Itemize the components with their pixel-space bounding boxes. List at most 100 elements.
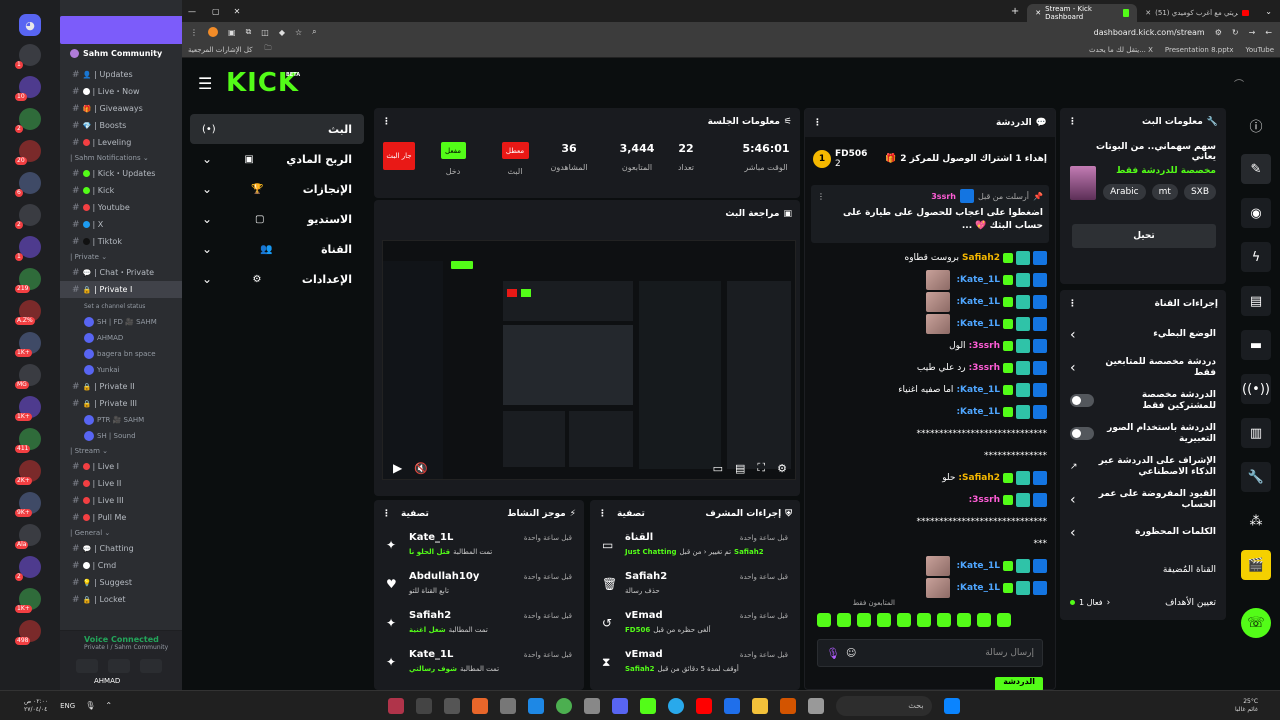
channel-item[interactable]: # 👤 | Updates (60, 66, 182, 83)
chat-username[interactable]: 3ssrh: (969, 341, 1000, 351)
channel-item[interactable]: # | Youtube (60, 199, 182, 216)
app-icon[interactable] (583, 697, 600, 714)
document-icon[interactable]: ▤ (1241, 286, 1271, 316)
channel-item[interactable]: # 🔒 | Private II (60, 378, 182, 395)
voice-user[interactable]: SH | Sound (60, 428, 182, 444)
voice-user[interactable]: bagera bn space (60, 346, 182, 362)
chat-message[interactable]: 3ssrh: الول (805, 335, 1055, 357)
chevron-down-icon[interactable]: ⌄ (202, 152, 212, 166)
feed-highlight[interactable]: FD506 (625, 626, 650, 634)
feed-user[interactable]: vEmad (625, 649, 663, 660)
new-tab-icon[interactable]: + (1011, 6, 1019, 17)
tab-youtube[interactable]: ✕ (51) تحريتي مع أغرب كوميدي... (1137, 4, 1257, 22)
extension3-icon[interactable]: ◆ (279, 28, 285, 37)
chevron-down-icon[interactable]: ⌄ (202, 242, 212, 256)
mic-tray-icon[interactable]: 🎙 (85, 701, 95, 710)
zoom-icon[interactable]: ⌕ (312, 27, 316, 37)
channel-setting-row[interactable]: الكلمات المحظورة › (1060, 516, 1226, 549)
feed-item[interactable]: ✦ Safiah2 قبل ساعة واحدة تمت المطالبة شغل اغ… (374, 606, 584, 645)
chat-input[interactable]: إرسال رسالة ☺ 🎙 (817, 639, 1043, 667)
apps-icon[interactable]: ⁂ (1241, 506, 1271, 536)
server-icon[interactable]: Ala (15, 524, 41, 549)
windows-start-icon[interactable] (943, 697, 960, 714)
chat-username[interactable]: Kate_1L: (956, 561, 1000, 571)
voice-user[interactable]: AHMAD (60, 330, 182, 346)
feed-item[interactable]: ↺ vEmad قبل ساعة واحدة ألغى حظره من قبل FD50… (590, 606, 800, 645)
emote-icon[interactable] (857, 613, 871, 627)
chat-username[interactable]: Kate_1L: (956, 385, 1000, 395)
pinned-message[interactable]: 📌 أرسلت من قبل 3ssrh ⋮ اضغطوا على اعجاب … (811, 185, 1049, 243)
chat-message[interactable]: Safiah2 بروست قطاوه (805, 247, 1055, 269)
app-icon[interactable] (639, 697, 656, 714)
chevron-right-icon[interactable]: › (1070, 492, 1076, 508)
external-link-icon[interactable]: ↗ (1070, 462, 1078, 472)
theater-icon[interactable]: ▤ (735, 462, 745, 475)
nav-item[interactable]: البث (•) (190, 114, 364, 144)
server-icon[interactable]: 2K+ (15, 460, 41, 485)
feed-user[interactable]: Safiah2 (409, 610, 451, 621)
feed-highlight[interactable]: شوف رسالتي (409, 665, 457, 673)
chat-message[interactable]: 3ssrh: (805, 489, 1055, 511)
chat-username[interactable]: Safiah2 (962, 253, 1000, 263)
channel-item[interactable]: # | Live II (60, 475, 182, 492)
chat-message[interactable]: 3ssrh: رد علي طيب (805, 357, 1055, 379)
screen-share-icon[interactable] (108, 659, 130, 673)
channel-setting-row[interactable]: الإشراف على الدردشة عبر الذكاء الاصطناعي… (1060, 450, 1226, 483)
channel-item[interactable]: # | Pull Me (60, 509, 182, 526)
channel-group[interactable]: | Private ⌄ (60, 250, 182, 264)
chat-message[interactable]: Safiah2: حلو (805, 467, 1055, 489)
telegram-icon[interactable] (667, 697, 684, 714)
close-tab-icon[interactable]: ✕ (1035, 9, 1041, 17)
channel-item[interactable]: # | Live III (60, 492, 182, 509)
menu-icon[interactable]: ⋮ (190, 28, 198, 37)
bookmark-youtube[interactable]: YouTube (1246, 46, 1274, 54)
feed-highlight[interactable]: قتل الحلو نا (409, 548, 450, 556)
chat-username[interactable]: Safiah2: (958, 473, 1000, 483)
chat-message[interactable]: Kate_1L: (805, 577, 1055, 599)
server-icon[interactable]: 219 (15, 268, 41, 293)
channel-item[interactable]: # 💎 | Boosts (60, 117, 182, 134)
mute-icon[interactable]: 🔇 (414, 462, 428, 475)
bookmark-pptx[interactable]: Presentation 8.pptx (1165, 46, 1234, 54)
url-field[interactable]: dashboard.kick.com/stream (1094, 28, 1205, 37)
app-icon[interactable] (779, 697, 796, 714)
taskbar-time[interactable]: ٠٢:٠٠ ص (24, 698, 48, 706)
app-icon[interactable] (387, 697, 404, 714)
chat-message[interactable]: Kate_1L: (805, 555, 1055, 577)
tab-kick-dashboard[interactable]: ✕ Stream - Kick Dashboard (1027, 4, 1138, 22)
server-icon[interactable]: 1 (15, 44, 41, 69)
nav-item[interactable]: الربح المادي ▣ ⌄ (190, 144, 364, 174)
info-icon[interactable]: ⓘ (1241, 110, 1271, 140)
settings-icon[interactable]: ⚙ (777, 462, 787, 475)
star-icon[interactable]: ☆ (295, 28, 302, 37)
app-icon[interactable] (723, 697, 740, 714)
tab-search-icon[interactable]: ⌄ (1265, 7, 1272, 16)
extension2-icon[interactable]: ⧉ (246, 27, 252, 37)
server-icon[interactable]: 20 (15, 140, 41, 165)
app-icon[interactable] (471, 697, 488, 714)
mic-icon[interactable]: 🎙 (826, 647, 840, 660)
minimize-icon[interactable]: — (188, 7, 196, 16)
unpin-icon[interactable]: ⋮ (817, 192, 825, 201)
chevron-right-icon[interactable]: › (1070, 525, 1076, 541)
channel-item[interactable]: # 💡 | Suggest (60, 574, 182, 591)
voice-user[interactable]: PTR 🎥 SAHM (60, 412, 182, 428)
setting-toggle[interactable] (1070, 427, 1094, 440)
extensions-icon[interactable]: ▣ (228, 28, 236, 37)
forward-icon[interactable]: → (1249, 28, 1256, 37)
feed-highlight[interactable]: Safiah2 (734, 548, 764, 556)
chat-username[interactable]: Kate_1L: (956, 407, 1000, 417)
server-icon[interactable]: 1K+ (15, 332, 41, 357)
channel-item[interactable]: # 🔒 | Locket (60, 591, 182, 608)
bolt-rail-icon[interactable]: ϟ (1241, 242, 1271, 272)
server-header[interactable] (60, 16, 182, 44)
server-icon[interactable]: 411 (15, 428, 41, 453)
chevron-down-icon[interactable]: ⌄ (202, 182, 212, 196)
chat-username[interactable]: Kate_1L: (956, 583, 1000, 593)
channel-setting-row[interactable]: الدردشة باستخدام الصور التعبيرية (1060, 417, 1226, 450)
more-options-icon[interactable]: ⋮ (1068, 299, 1077, 309)
server-icon[interactable]: 2 (15, 204, 41, 229)
collapse-icon[interactable]: ⌒ (1234, 76, 1244, 91)
income-status-button[interactable]: مفعل (440, 142, 466, 159)
server-icon[interactable]: MG (15, 364, 41, 389)
